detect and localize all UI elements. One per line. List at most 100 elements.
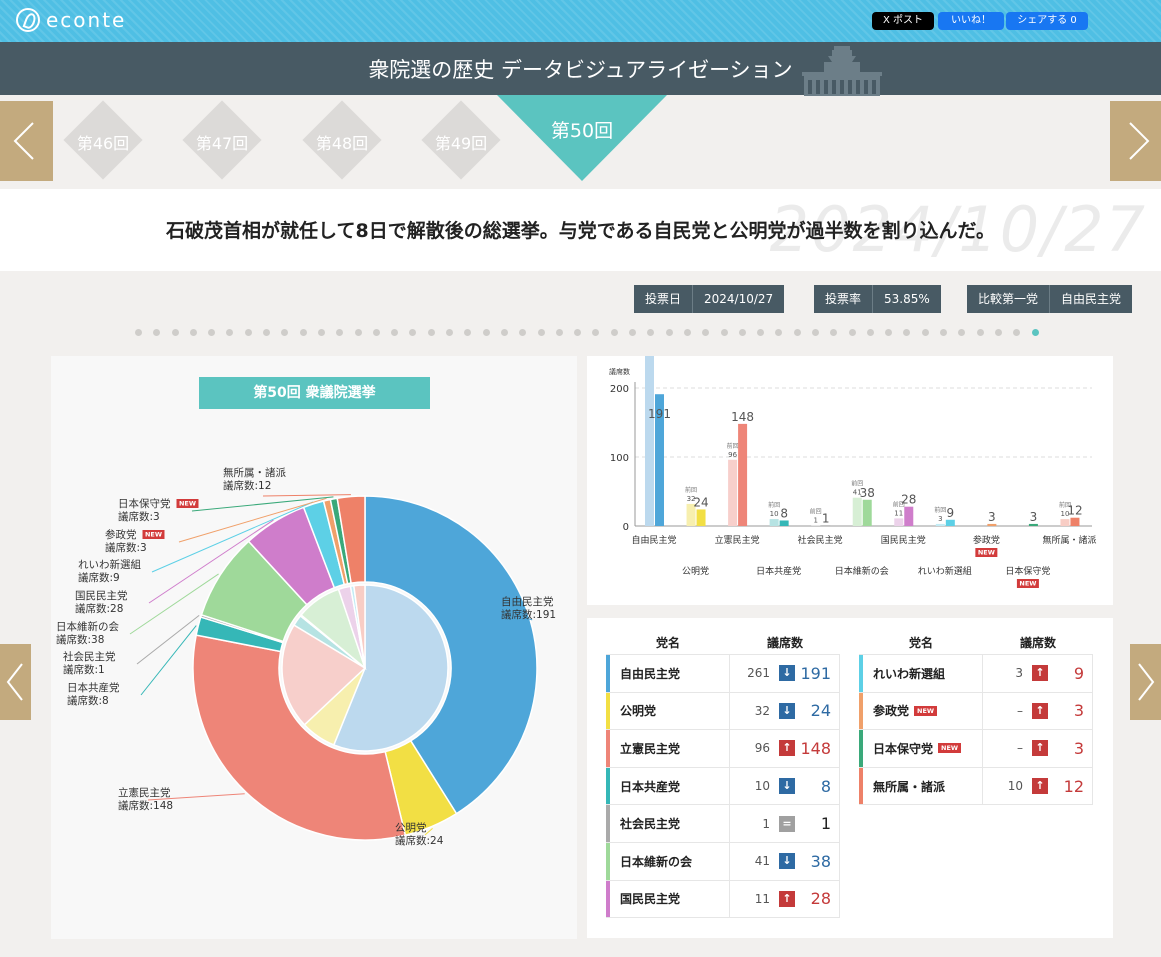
- pagination-dot[interactable]: [171, 329, 179, 336]
- facebook-share-button[interactable]: シェアする 0: [1006, 12, 1088, 30]
- pagination-dot[interactable]: [683, 329, 691, 336]
- pagination-dot[interactable]: [409, 329, 417, 336]
- new-badge-text: NEW: [179, 500, 196, 508]
- pagination-dot[interactable]: [720, 329, 728, 336]
- pagination-dot[interactable]: [317, 329, 325, 336]
- table-row[interactable]: 公明党 32 ↓ 24: [606, 692, 839, 731]
- bar-current[interactable]: [696, 509, 706, 526]
- pagination-dot[interactable]: [391, 329, 399, 336]
- pagination-dot[interactable]: [281, 329, 289, 336]
- pagination-dot[interactable]: [775, 329, 783, 336]
- party-name: 日本維新の会: [606, 842, 730, 880]
- pagination-dot[interactable]: [976, 329, 984, 336]
- pagination-dot[interactable]: [940, 329, 948, 336]
- facebook-like-button[interactable]: いいね！: [938, 12, 1004, 30]
- table-header: 党名 議席数: [606, 632, 840, 654]
- table-row[interactable]: 社会民主党 1 = 1: [606, 805, 839, 843]
- bar-current[interactable]: [945, 519, 955, 526]
- table-row[interactable]: 日本維新の会 41 ↓ 38: [606, 842, 839, 881]
- x-post-button[interactable]: X ポスト: [872, 12, 934, 30]
- table-row[interactable]: 参政党 NEW – ↑ 3: [859, 692, 1092, 731]
- pagination-dot[interactable]: [647, 329, 655, 336]
- pagination-dot[interactable]: [793, 329, 801, 336]
- bar-previous[interactable]: [852, 497, 862, 526]
- pagination-dot[interactable]: [427, 329, 435, 336]
- bar-current[interactable]: [821, 525, 831, 526]
- pagination-dot[interactable]: [830, 329, 838, 336]
- bar-previous[interactable]: [1060, 519, 1070, 526]
- table-row[interactable]: 国民民主党 11 ↑ 28: [606, 880, 839, 919]
- pagination-dot[interactable]: [446, 329, 454, 336]
- pagination-dot[interactable]: [592, 329, 600, 336]
- pagination-dot[interactable]: [372, 329, 380, 336]
- pagination-dot[interactable]: [244, 329, 252, 336]
- table-row[interactable]: 日本共産党 10 ↓ 8: [606, 767, 839, 806]
- pagination-dot[interactable]: [848, 329, 856, 336]
- pagination-dot[interactable]: [921, 329, 929, 336]
- pagination-dot[interactable]: [903, 329, 911, 336]
- bar-previous[interactable]: [728, 459, 738, 526]
- current-seats: 3: [1073, 738, 1084, 758]
- bar-current[interactable]: [1028, 523, 1038, 526]
- pagination-dot[interactable]: [958, 329, 966, 336]
- pagination-dot[interactable]: [757, 329, 765, 336]
- pie-label-name: 無所属・諸派: [223, 466, 286, 479]
- bar-previous[interactable]: [935, 523, 945, 526]
- pagination-dot[interactable]: [738, 329, 746, 336]
- pagination-dot[interactable]: [519, 329, 527, 336]
- pagination-dot[interactable]: [610, 329, 618, 336]
- bar-current[interactable]: [862, 499, 872, 526]
- pagination-dot[interactable]: [994, 329, 1002, 336]
- table-row[interactable]: れいわ新選組 3 ↑ 9: [859, 655, 1092, 693]
- table-row[interactable]: 無所属・諸派 10 ↑ 12: [859, 767, 1092, 806]
- pagination-dot[interactable]: [336, 329, 344, 336]
- pagination-dot[interactable]: [866, 329, 874, 336]
- table-row[interactable]: 自由民主党 261 ↓ 191: [606, 655, 839, 693]
- pagination-dot[interactable]: [226, 329, 234, 336]
- pagination-dot[interactable]: [464, 329, 472, 336]
- bar-current[interactable]: [904, 506, 914, 526]
- pagination-dot[interactable]: [555, 329, 563, 336]
- pagination-dot[interactable]: [354, 329, 362, 336]
- table-row[interactable]: 立憲民主党 96 ↑ 148: [606, 730, 839, 768]
- pagination-dot[interactable]: [153, 329, 161, 336]
- pagination-dot[interactable]: [500, 329, 508, 336]
- table-row[interactable]: 日本保守党 NEW – ↑ 3: [859, 730, 1092, 768]
- pagination-dot[interactable]: [263, 329, 271, 336]
- pagination-dot[interactable]: [135, 329, 142, 336]
- next-election-arrow[interactable]: [1110, 101, 1161, 181]
- pagination-dot-active[interactable]: [1031, 329, 1039, 336]
- pagination-dot[interactable]: [665, 329, 673, 336]
- bar-current[interactable]: [779, 520, 789, 526]
- pagination-dot[interactable]: [537, 329, 545, 336]
- pagination-dot[interactable]: [629, 329, 637, 336]
- pagination-dot[interactable]: [482, 329, 490, 336]
- prev-election-arrow[interactable]: [0, 101, 53, 181]
- pagination-dot[interactable]: [574, 329, 582, 336]
- bar-current[interactable]: [987, 523, 997, 526]
- pagination-dot[interactable]: [702, 329, 710, 336]
- econte-logo[interactable]: econte: [16, 8, 126, 32]
- pie-label-seats: 議席数:148: [118, 799, 173, 812]
- prev-page-arrow[interactable]: [0, 644, 31, 720]
- bar-previous[interactable]: [811, 525, 821, 526]
- bar-previous-label: 10: [770, 510, 779, 518]
- pagination-dot[interactable]: [811, 329, 819, 336]
- arrow-up-icon: ↑: [779, 890, 795, 907]
- pagination-dot[interactable]: [189, 329, 197, 336]
- bar-previous[interactable]: [769, 519, 779, 526]
- pagination-dot[interactable]: [299, 329, 307, 336]
- pagination-dot[interactable]: [885, 329, 893, 336]
- bar-previous[interactable]: [894, 518, 904, 526]
- election-50-label: 第50回: [550, 120, 614, 142]
- bar-current[interactable]: [1070, 517, 1080, 526]
- pie-label-name: 日本共産党: [67, 681, 120, 694]
- x-category-label: 社会民主党: [798, 534, 843, 546]
- pagination-dot[interactable]: [1013, 329, 1021, 336]
- next-page-arrow[interactable]: [1130, 644, 1161, 720]
- pagination-dot[interactable]: [208, 329, 216, 336]
- x-category-label: 参政党: [973, 534, 1000, 546]
- bar-previous[interactable]: [645, 345, 654, 526]
- bar-current[interactable]: [738, 423, 748, 526]
- party-name: れいわ新選組: [859, 655, 983, 692]
